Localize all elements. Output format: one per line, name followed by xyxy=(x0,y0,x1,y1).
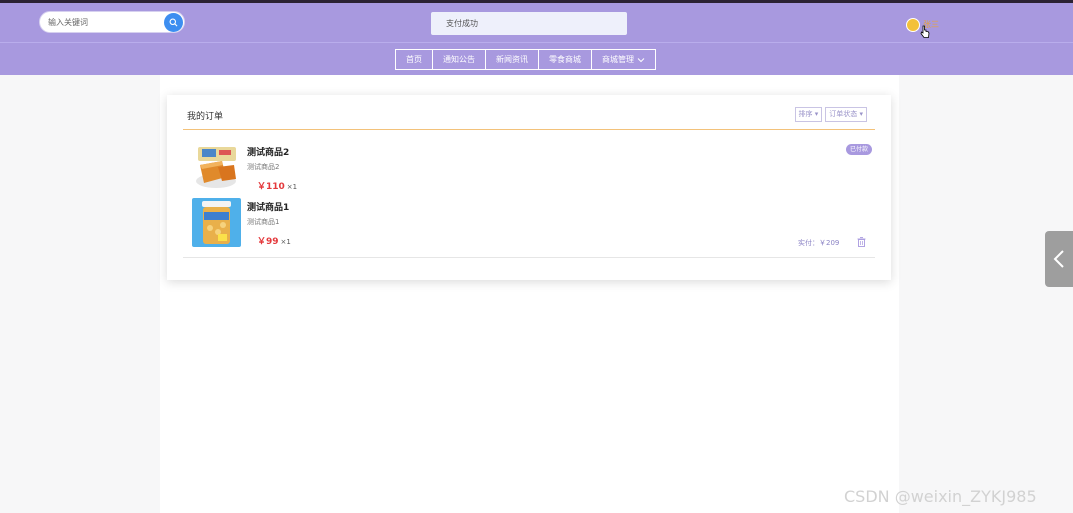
product-image-bread xyxy=(192,143,241,192)
product-image-jar xyxy=(192,198,241,247)
pay-total: 实付：￥209 xyxy=(798,239,840,247)
price-value: ￥110 xyxy=(257,182,285,192)
product-name[interactable]: 测试商品1 xyxy=(247,200,289,213)
user-menu[interactable]: 张三 xyxy=(906,16,966,38)
quantity: ×1 xyxy=(286,183,298,191)
nav-item-notices[interactable]: 通知公告 xyxy=(433,49,486,70)
nav-item-snack-shop[interactable]: 零食商城 xyxy=(539,49,592,70)
search-input[interactable] xyxy=(48,15,158,29)
status-filter-dropdown[interactable]: 订单状态 ▾ xyxy=(825,107,867,122)
price-value: ￥99 xyxy=(257,237,279,247)
status-filter-label: 订单状态 xyxy=(829,110,858,118)
sort-dropdown[interactable]: 排序 ▾ xyxy=(794,107,823,122)
main-nav: 首页 通知公告 新闻资讯 零食商城 商城管理 xyxy=(0,42,1073,75)
product-desc: 测试商品2 xyxy=(247,163,280,171)
search-icon xyxy=(169,18,178,27)
orders-card: 我的订单 排序 ▾ 订单状态 ▾ 测试商品2 测试商品2 ￥110 ×1 测试商… xyxy=(167,95,891,280)
pointer-cursor-icon xyxy=(920,25,930,38)
product-image[interactable] xyxy=(192,198,241,247)
delete-icon[interactable] xyxy=(857,237,866,247)
sort-label: 排序 xyxy=(798,110,813,118)
product-price: ￥110 ×1 xyxy=(257,179,297,192)
product-image[interactable] xyxy=(192,143,241,192)
nav-list: 首页 通知公告 新闻资讯 零食商城 商城管理 xyxy=(395,49,656,70)
orders-title: 我的订单 xyxy=(187,112,224,122)
order-item[interactable]: 测试商品2 测试商品2 ￥110 ×1 xyxy=(192,143,852,193)
toast-message: 支付成功 xyxy=(431,12,627,35)
status-badge: 已付款 xyxy=(846,144,873,155)
product-desc: 测试商品1 xyxy=(247,218,280,226)
avatar-icon xyxy=(906,18,920,32)
nav-item-shop-management-label: 商城管理 xyxy=(602,55,634,64)
side-collapse-tab[interactable] xyxy=(1045,231,1073,287)
nav-item-shop-management[interactable]: 商城管理 xyxy=(592,49,656,70)
nav-item-home[interactable]: 首页 xyxy=(395,49,433,70)
orders-tools: 排序 ▾ 订单状态 ▾ xyxy=(794,107,867,122)
order-divider xyxy=(183,257,875,258)
header: 支付成功 张三 xyxy=(0,3,1073,42)
product-price: ￥99 ×1 xyxy=(257,234,291,247)
product-name[interactable]: 测试商品2 xyxy=(247,145,289,158)
watermark: CSDN @weixin_ZYKJ985 xyxy=(844,487,1037,506)
quantity: ×1 xyxy=(280,238,291,246)
search-button[interactable] xyxy=(164,13,183,32)
nav-item-news[interactable]: 新闻资讯 xyxy=(486,49,539,70)
chevron-down-icon xyxy=(637,57,645,62)
order-item[interactable]: 测试商品1 测试商品1 ￥99 ×1 xyxy=(192,198,852,248)
chevron-left-icon xyxy=(1053,250,1064,268)
divider xyxy=(183,129,875,130)
search-box xyxy=(39,11,185,33)
